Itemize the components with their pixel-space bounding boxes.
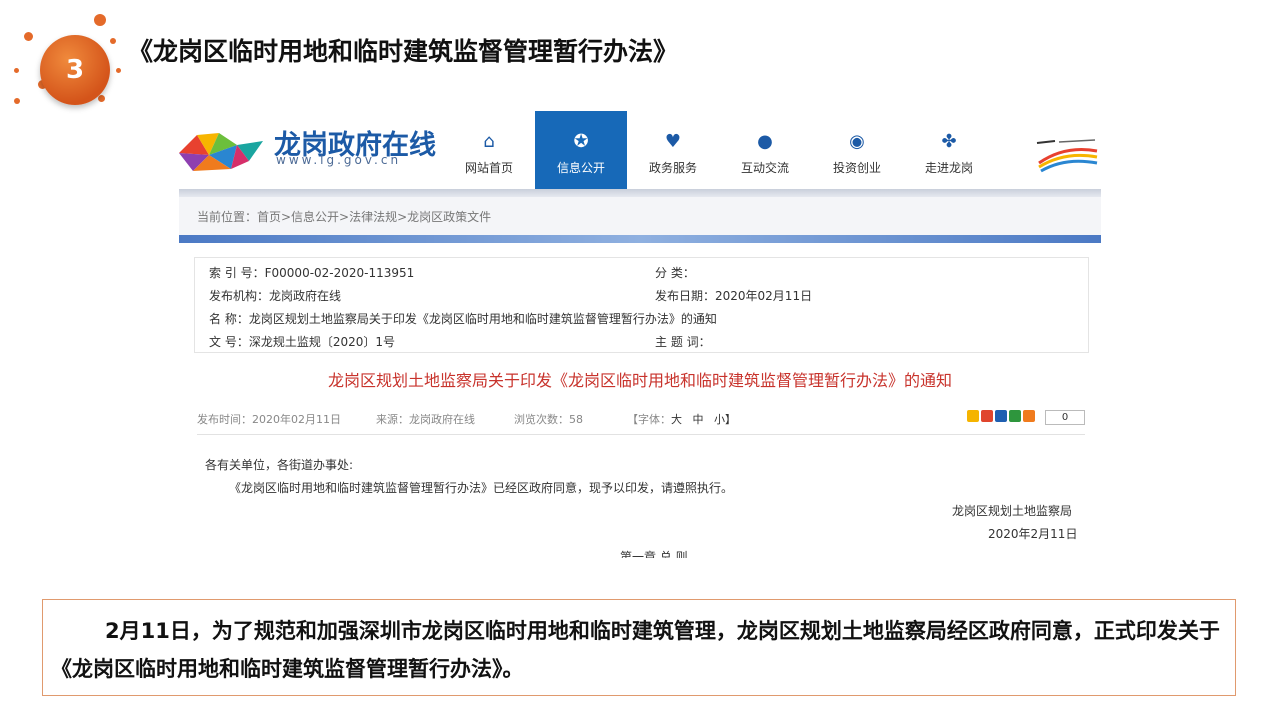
nav-about[interactable]: ✤ 走进龙岗 [903, 111, 995, 189]
main-nav: ⌂ 网站首页 ✪ 信息公开 ♥ 政务服务 ● 互动交流 ◉ 投资创业 ✤ 走进龙… [443, 111, 995, 189]
meta-publish-date: 发布日期：2020年02月11日 [655, 289, 813, 303]
nav-label: 网站首页 [464, 161, 513, 175]
font-small-button[interactable]: 小】 [714, 413, 736, 426]
meta-publisher: 发布机构：龙岗政府在线 [209, 289, 342, 303]
decor-band [179, 235, 1101, 243]
meta-subject: 主 题 词： [655, 335, 711, 349]
section-number: 3 [40, 35, 110, 105]
breadcrumb[interactable]: 当前位置：首页>信息公开>法律法规>龙岗区政策文件 [197, 208, 491, 225]
source: 来源：龙岗政府在线 [376, 413, 475, 426]
home-icon: ⌂ [483, 131, 495, 152]
nav-label: 投资创业 [832, 161, 881, 175]
decor-dot [98, 95, 105, 102]
nav-info-disclosure[interactable]: ✪ 信息公开 [535, 111, 627, 189]
chat-icon: ● [757, 131, 773, 152]
slide-title: 《龙岗区临时用地和临时建筑监督管理暂行办法》 [128, 37, 679, 66]
douban-share-icon[interactable] [1009, 410, 1021, 422]
signature: 龙岗区规划土地监察局 [952, 504, 1073, 518]
nav-label: 政务服务 [648, 161, 697, 175]
meta-index-no: 索 引 号：F00000-02-2020-113951 [209, 266, 415, 280]
nav-label: 信息公开 [556, 161, 605, 175]
nav-home[interactable]: ⌂ 网站首页 [443, 111, 535, 189]
nav-interaction[interactable]: ● 互动交流 [719, 111, 811, 189]
decor-dot [24, 32, 33, 41]
font-size-control: 【字体：大 中 小】 [627, 411, 736, 427]
header-divider [179, 189, 1101, 197]
chapter-heading: 第一章 总 则 [620, 550, 688, 558]
decor-dot [14, 98, 20, 104]
site-header: 龙岗政府在线 www.lg.gov.cn ⌂ 网站首页 ✪ 信息公开 ♥ 政务服… [179, 111, 1101, 191]
share-count: 0 [1045, 410, 1085, 425]
renren-share-icon[interactable] [995, 410, 1007, 422]
font-medium-button[interactable]: 中 [693, 413, 704, 426]
more-share-icon[interactable] [1023, 410, 1035, 422]
view-count: 浏览次数：58 [514, 413, 583, 426]
document-title: 龙岗区规划土地监察局关于印发《龙岗区临时用地和临时建筑监督管理暂行办法》的通知 [327, 371, 952, 390]
summary-text: 2月11日，为了规范和加强深圳市龙岗区临时用地和临时建筑管理，龙岗区规划土地监察… [51, 612, 1231, 688]
site-url: www.lg.gov.cn [276, 153, 402, 167]
signature-date: 2020年2月11日 [988, 527, 1078, 541]
decor-dot [14, 68, 19, 73]
nav-services[interactable]: ♥ 政务服务 [627, 111, 719, 189]
summary-content: 2月11日，为了规范和加强深圳市龙岗区临时用地和临时建筑管理，龙岗区规划土地监察… [51, 619, 1220, 681]
shenzhen-logo-icon [1036, 139, 1098, 173]
divider [197, 434, 1085, 435]
section-badge: 3 [10, 10, 130, 120]
qzone-share-icon[interactable] [967, 410, 979, 422]
site-logo-icon [179, 133, 263, 171]
star-icon: ✪ [573, 131, 589, 152]
website-screenshot: 龙岗政府在线 www.lg.gov.cn ⌂ 网站首页 ✪ 信息公开 ♥ 政务服… [179, 111, 1101, 558]
compass-icon: ◉ [849, 131, 865, 152]
nav-label: 走进龙岗 [924, 161, 973, 175]
decor-dot [94, 14, 106, 26]
body-paragraph: 《龙岗区临时用地和临时建筑监督管理暂行办法》已经区政府同意，现予以印发，请遵照执… [229, 481, 734, 495]
meta-doc-no: 文 号：深龙规土监规〔2020〕1号 [209, 335, 395, 349]
share-icons [967, 410, 1035, 422]
salutation: 各有关单位，各街道办事处: [205, 458, 354, 472]
document-meta: 索 引 号：F00000-02-2020-113951 分 类： 发布机构：龙岗… [194, 257, 1089, 353]
decor-dot [110, 38, 116, 44]
summary-box: 2月11日，为了规范和加强深圳市龙岗区临时用地和临时建筑管理，龙岗区规划土地监察… [42, 599, 1236, 696]
nav-label: 互动交流 [740, 161, 789, 175]
font-size-label: 【字体： [627, 413, 671, 426]
heart-icon: ♥ [664, 131, 682, 152]
weibo-share-icon[interactable] [981, 410, 993, 422]
nav-investment[interactable]: ◉ 投资创业 [811, 111, 903, 189]
decor-dot [116, 68, 121, 73]
publish-time: 发布时间：2020年02月11日 [197, 413, 341, 426]
font-large-button[interactable]: 大 [671, 413, 682, 426]
meta-category: 分 类： [655, 266, 695, 280]
meta-name: 名 称：龙岗区规划土地监察局关于印发《龙岗区临时用地和临时建筑监督管理暂行办法》… [209, 312, 717, 326]
clover-icon: ✤ [941, 131, 957, 152]
